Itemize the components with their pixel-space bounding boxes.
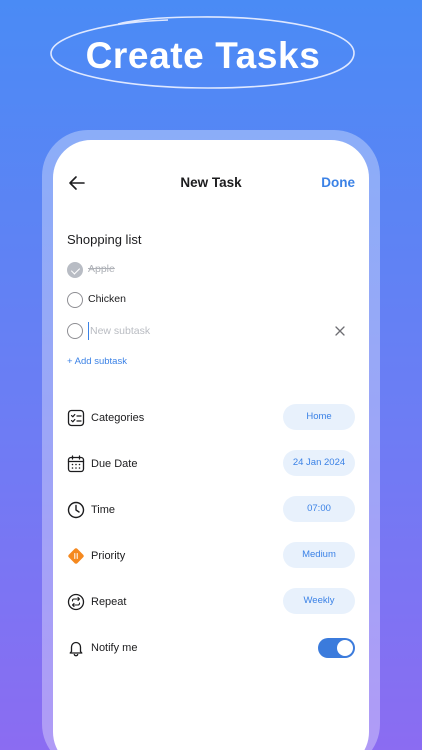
calendar-icon [67,455,85,473]
bell-icon [69,641,83,657]
close-icon [335,326,345,336]
setting-row-categories[interactable]: Categories Home [67,404,355,432]
new-subtask-input[interactable] [88,322,318,340]
nav-bar: New Task Done [53,168,369,198]
empty-circle-icon[interactable] [67,292,83,308]
setting-label: Priority [91,550,126,562]
setting-row-time[interactable]: Time 07:00 [67,496,355,524]
setting-label: Time [91,504,116,516]
setting-label: Notify me [91,642,138,654]
app-screen: New Task Done Shopping list Apple Chicke… [53,140,369,750]
setting-row-priority[interactable]: Priority Medium [67,542,355,570]
categories-icon [67,409,85,427]
headline-banner: Create Tasks [48,8,358,94]
due-date-value-pill[interactable]: 24 Jan 2024 [283,450,355,476]
notify-toggle[interactable] [318,638,355,658]
priority-icon [68,548,84,564]
subtask-label: Chicken [88,293,126,305]
setting-label: Categories [91,412,145,424]
setting-label: Due Date [91,458,138,470]
setting-row-due-date[interactable]: Due Date 24 Jan 2024 [67,450,355,478]
new-subtask-row [67,322,357,340]
time-value-pill[interactable]: 07:00 [283,496,355,522]
subtask-item[interactable]: Apple [67,261,357,279]
empty-circle-icon[interactable] [67,323,83,339]
priority-value-pill[interactable]: Medium [283,542,355,568]
headline-title: Create Tasks [85,35,321,76]
setting-row-notify: Notify me [67,634,355,662]
setting-row-repeat[interactable]: Repeat Weekly [67,588,355,616]
setting-label: Repeat [91,596,127,608]
repeat-value-pill[interactable]: Weekly [283,588,355,614]
subtask-item[interactable]: Chicken [67,291,357,309]
done-button[interactable]: Done [321,175,355,190]
task-title[interactable]: Shopping list [67,232,141,247]
repeat-icon [67,593,85,611]
checked-circle-icon[interactable] [67,262,83,278]
clear-button[interactable] [333,324,347,338]
subtask-label: Apple [88,263,115,275]
categories-value-pill[interactable]: Home [283,404,355,430]
clock-icon [67,501,85,519]
add-subtask-button[interactable]: + Add subtask [67,356,127,367]
